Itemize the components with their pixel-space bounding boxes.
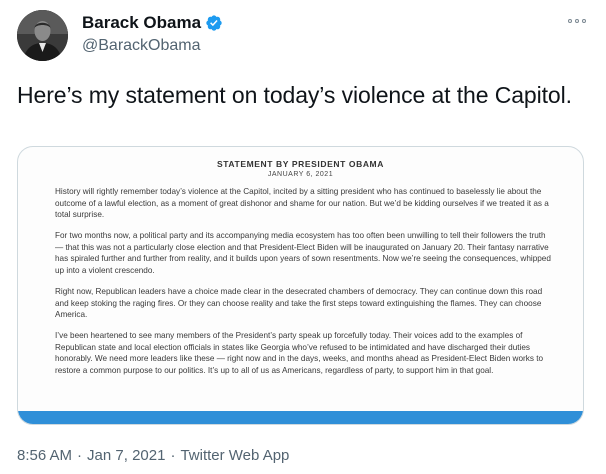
statement-date: JANUARY 6, 2021 (267, 171, 334, 178)
statement-title: STATEMENT BY PRESIDENT OBAMA (217, 159, 384, 169)
tweet-source[interactable]: Twitter Web App (180, 447, 289, 464)
more-options-button[interactable] (566, 14, 588, 28)
statement-footer-band (18, 411, 583, 424)
statement-image[interactable]: STATEMENT BY PRESIDENT OBAMA JANUARY 6, … (17, 146, 584, 425)
verified-badge-icon (206, 15, 222, 31)
statement-paragraph: I’ve been heartened to see many members … (55, 331, 544, 375)
author-handle[interactable]: @BarackObama (82, 37, 201, 55)
tweet-text: Here’s my statement on today’s violence … (17, 82, 572, 108)
tweet: Barack Obama @BarackObama Here’s my stat… (0, 0, 606, 474)
statement-paragraph: Right now, Republican leaders have a cho… (55, 286, 543, 320)
statement-paragraph: For two months now, a political party an… (55, 231, 551, 275)
tweet-metadata: 8:56 AM · Jan 7, 2021 · Twitter Web App (17, 447, 289, 464)
tweet-date[interactable]: Jan 7, 2021 (87, 447, 165, 464)
author-display-name[interactable]: Barack Obama (82, 13, 201, 33)
more-options-icon (575, 19, 579, 23)
statement-body: History will rightly remember today’s vi… (55, 186, 552, 386)
more-options-icon (568, 19, 572, 23)
more-options-icon (582, 19, 586, 23)
author-name-row[interactable]: Barack Obama (82, 13, 223, 33)
separator: · (170, 447, 176, 464)
separator: · (77, 447, 83, 464)
tweet-time[interactable]: 8:56 AM (17, 447, 72, 464)
profile-photo (17, 10, 68, 61)
statement-paragraph: History will rightly remember today’s vi… (55, 187, 549, 220)
avatar[interactable] (17, 10, 68, 61)
